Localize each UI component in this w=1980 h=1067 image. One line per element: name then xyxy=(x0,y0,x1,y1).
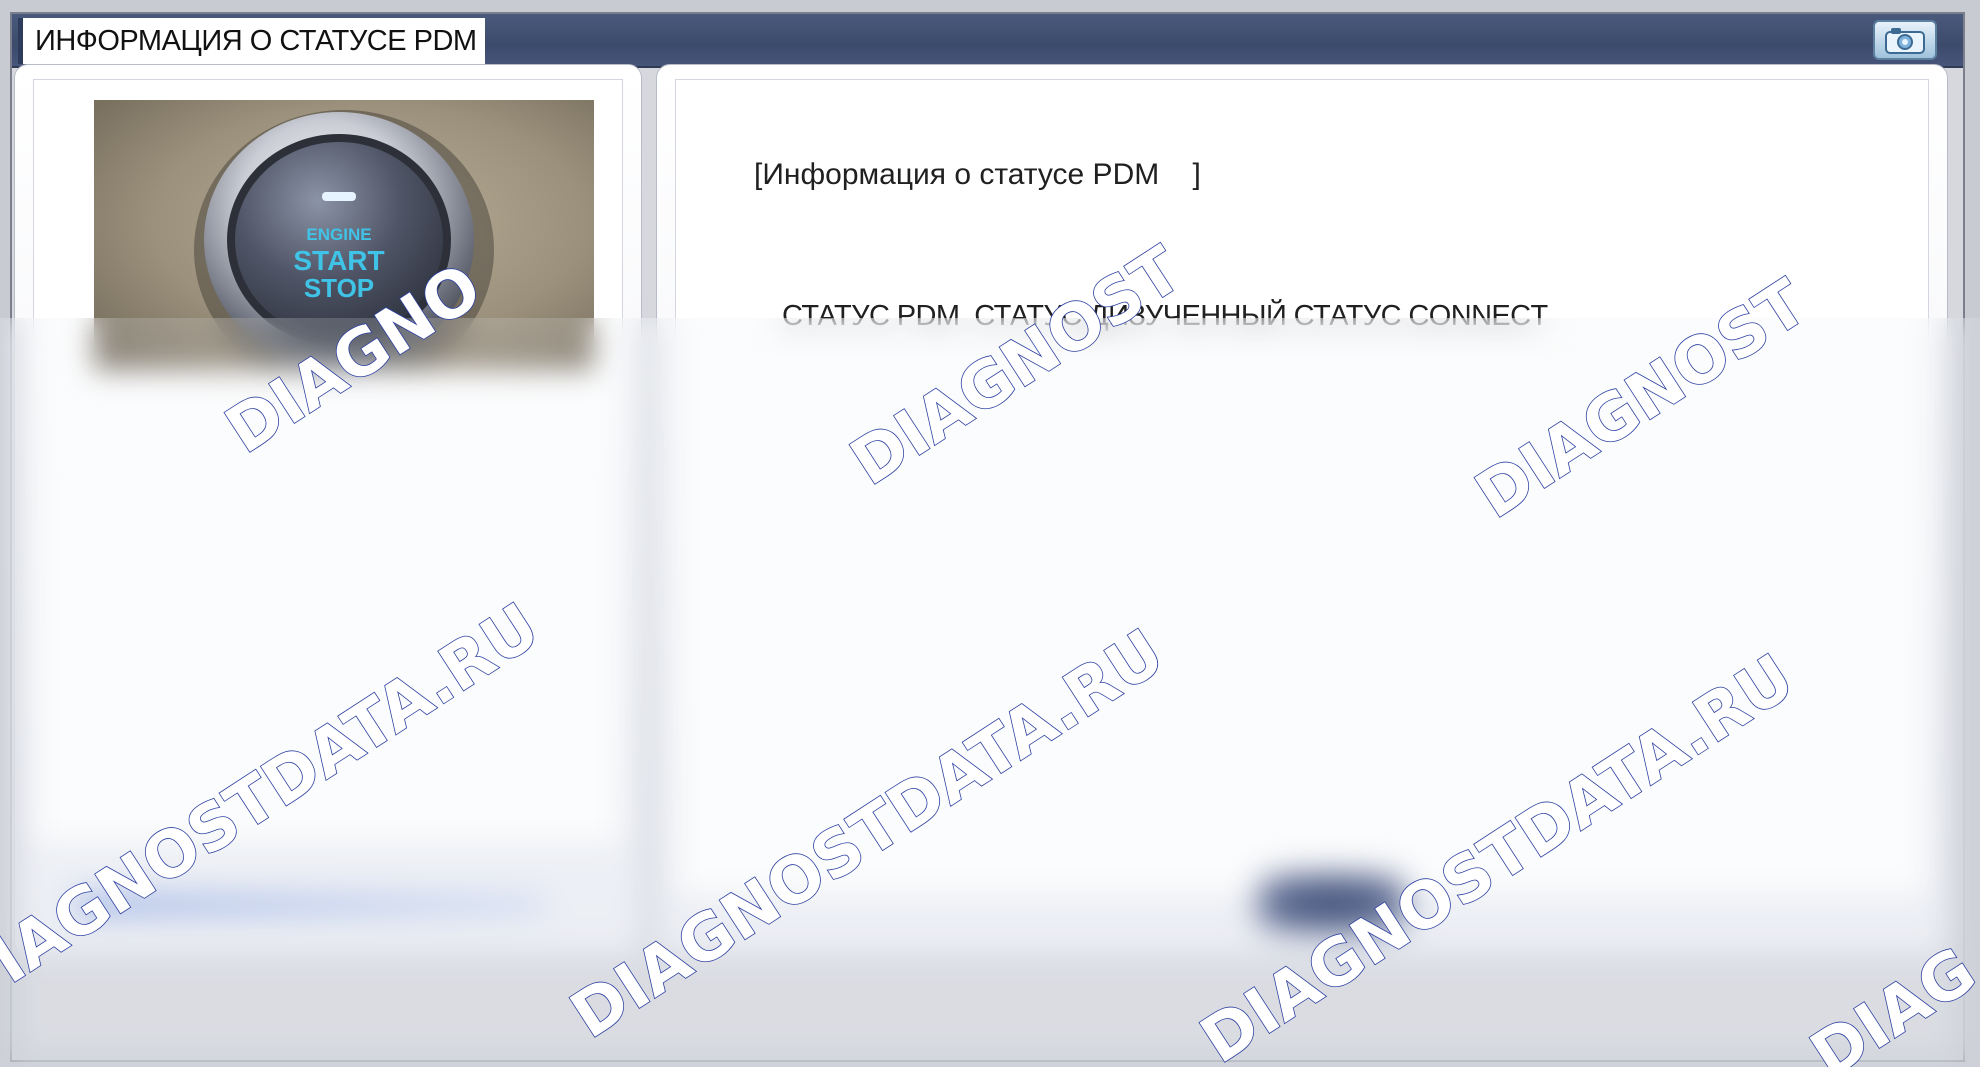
right-info-panel: [Информация о статусе PDM ] СТАТУС PDM С… xyxy=(656,64,1948,956)
engine-start-stop-photo: ENGINE START STOP xyxy=(94,100,594,370)
start-label: START xyxy=(293,245,384,276)
stop-label: STOP xyxy=(304,273,374,303)
window-title: ИНФОРМАЦИЯ О СТАТУСЕ PDM xyxy=(18,18,485,64)
camera-icon xyxy=(1885,28,1925,54)
left-info-panel: ENGINE START STOP xyxy=(14,64,642,956)
right-panel-content: [Информация о статусе PDM ] СТАТУС PDM С… xyxy=(675,79,1929,897)
confirm-button[interactable] xyxy=(1257,873,1407,933)
engine-label: ENGINE xyxy=(306,225,371,244)
window-titlebar: ИНФОРМАЦИЯ О СТАТУСЕ PDM xyxy=(12,14,1963,68)
status-column-headers: СТАТУС PDM СТАТУС ДИЗУЧЕННЫЙ СТАТУС CONN… xyxy=(782,300,1548,332)
left-panel-content: ENGINE START STOP xyxy=(33,79,623,845)
section-header: [Информация о статусе PDM ] xyxy=(754,158,1201,191)
left-footer-link[interactable] xyxy=(75,895,545,915)
start-stop-button-illustration: ENGINE START STOP xyxy=(194,110,494,370)
screenshot-button[interactable] xyxy=(1873,20,1937,60)
